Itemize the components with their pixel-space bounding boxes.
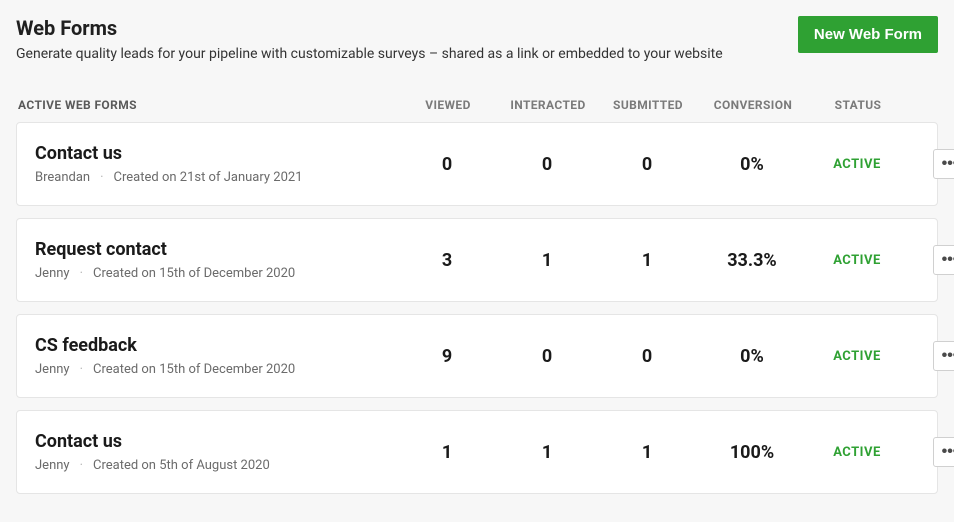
form-created: Created on 21st of January 2021 [114, 170, 303, 185]
column-viewed: VIEWED [398, 98, 498, 112]
submitted-value: 0 [597, 346, 697, 367]
actions-cell: ••• [907, 437, 954, 467]
table-row[interactable]: CS feedback Jenny · Created on 15th of D… [16, 314, 938, 398]
form-meta: Jenny · Created on 15th of December 2020 [35, 362, 397, 377]
more-actions-button[interactable]: ••• [933, 341, 954, 371]
viewed-value: 1 [397, 442, 497, 463]
conversion-value: 0% [697, 154, 807, 175]
viewed-value: 0 [397, 154, 497, 175]
interacted-value: 1 [497, 442, 597, 463]
form-created: Created on 5th of August 2020 [93, 458, 270, 473]
form-title: Request contact [35, 239, 397, 260]
status-badge: ACTIVE [807, 253, 907, 268]
submitted-value: 1 [597, 442, 697, 463]
status-badge: ACTIVE [807, 445, 907, 460]
meta-separator: · [80, 266, 83, 281]
interacted-value: 1 [497, 250, 597, 271]
conversion-value: 100% [697, 442, 807, 463]
more-icon: ••• [942, 444, 954, 460]
table-row[interactable]: Contact us Breandan · Created on 21st of… [16, 122, 938, 206]
form-author: Jenny [35, 266, 70, 281]
interacted-value: 0 [497, 154, 597, 175]
form-title: Contact us [35, 143, 397, 164]
viewed-value: 9 [397, 346, 497, 367]
form-meta: Jenny · Created on 5th of August 2020 [35, 458, 397, 473]
viewed-value: 3 [397, 250, 497, 271]
web-forms-page: Web Forms Generate quality leads for you… [0, 0, 954, 522]
actions-cell: ••• [907, 341, 954, 371]
form-title: Contact us [35, 431, 397, 452]
column-conversion: CONVERSION [698, 98, 808, 112]
column-status: STATUS [808, 98, 908, 112]
meta-separator: · [80, 362, 83, 377]
form-author: Jenny [35, 458, 70, 473]
new-web-form-button[interactable]: New Web Form [798, 16, 938, 53]
page-subtitle: Generate quality leads for your pipeline… [16, 46, 723, 62]
conversion-value: 0% [697, 346, 807, 367]
meta-separator: · [80, 458, 83, 473]
form-meta: Breandan · Created on 21st of January 20… [35, 170, 397, 185]
submitted-value: 0 [597, 154, 697, 175]
conversion-value: 33.3% [697, 250, 807, 271]
form-created: Created on 15th of December 2020 [93, 266, 295, 281]
page-header: Web Forms Generate quality leads for you… [16, 16, 938, 62]
more-actions-button[interactable]: ••• [933, 245, 954, 275]
form-name-cell: Request contact Jenny · Created on 15th … [35, 239, 397, 281]
form-created: Created on 15th of December 2020 [93, 362, 295, 377]
table-columns-header: ACTIVE WEB FORMS VIEWED INTERACTED SUBMI… [16, 70, 938, 122]
header-left: Web Forms Generate quality leads for you… [16, 16, 723, 62]
column-name: ACTIVE WEB FORMS [18, 98, 398, 112]
form-author: Jenny [35, 362, 70, 377]
submitted-value: 1 [597, 250, 697, 271]
form-author: Breandan [35, 170, 90, 185]
form-meta: Jenny · Created on 15th of December 2020 [35, 266, 397, 281]
more-actions-button[interactable]: ••• [933, 149, 954, 179]
more-icon: ••• [942, 252, 954, 268]
column-submitted: SUBMITTED [598, 98, 698, 112]
table-row[interactable]: Contact us Jenny · Created on 5th of Aug… [16, 410, 938, 494]
more-icon: ••• [942, 156, 954, 172]
actions-cell: ••• [907, 149, 954, 179]
status-badge: ACTIVE [807, 349, 907, 364]
meta-separator: · [100, 170, 103, 185]
more-actions-button[interactable]: ••• [933, 437, 954, 467]
status-badge: ACTIVE [807, 157, 907, 172]
form-title: CS feedback [35, 335, 397, 356]
table-row[interactable]: Request contact Jenny · Created on 15th … [16, 218, 938, 302]
form-name-cell: Contact us Jenny · Created on 5th of Aug… [35, 431, 397, 473]
page-title: Web Forms [16, 16, 723, 40]
web-forms-list: Contact us Breandan · Created on 21st of… [16, 122, 938, 494]
interacted-value: 0 [497, 346, 597, 367]
column-interacted: INTERACTED [498, 98, 598, 112]
form-name-cell: CS feedback Jenny · Created on 15th of D… [35, 335, 397, 377]
actions-cell: ••• [907, 245, 954, 275]
more-icon: ••• [942, 348, 954, 364]
form-name-cell: Contact us Breandan · Created on 21st of… [35, 143, 397, 185]
